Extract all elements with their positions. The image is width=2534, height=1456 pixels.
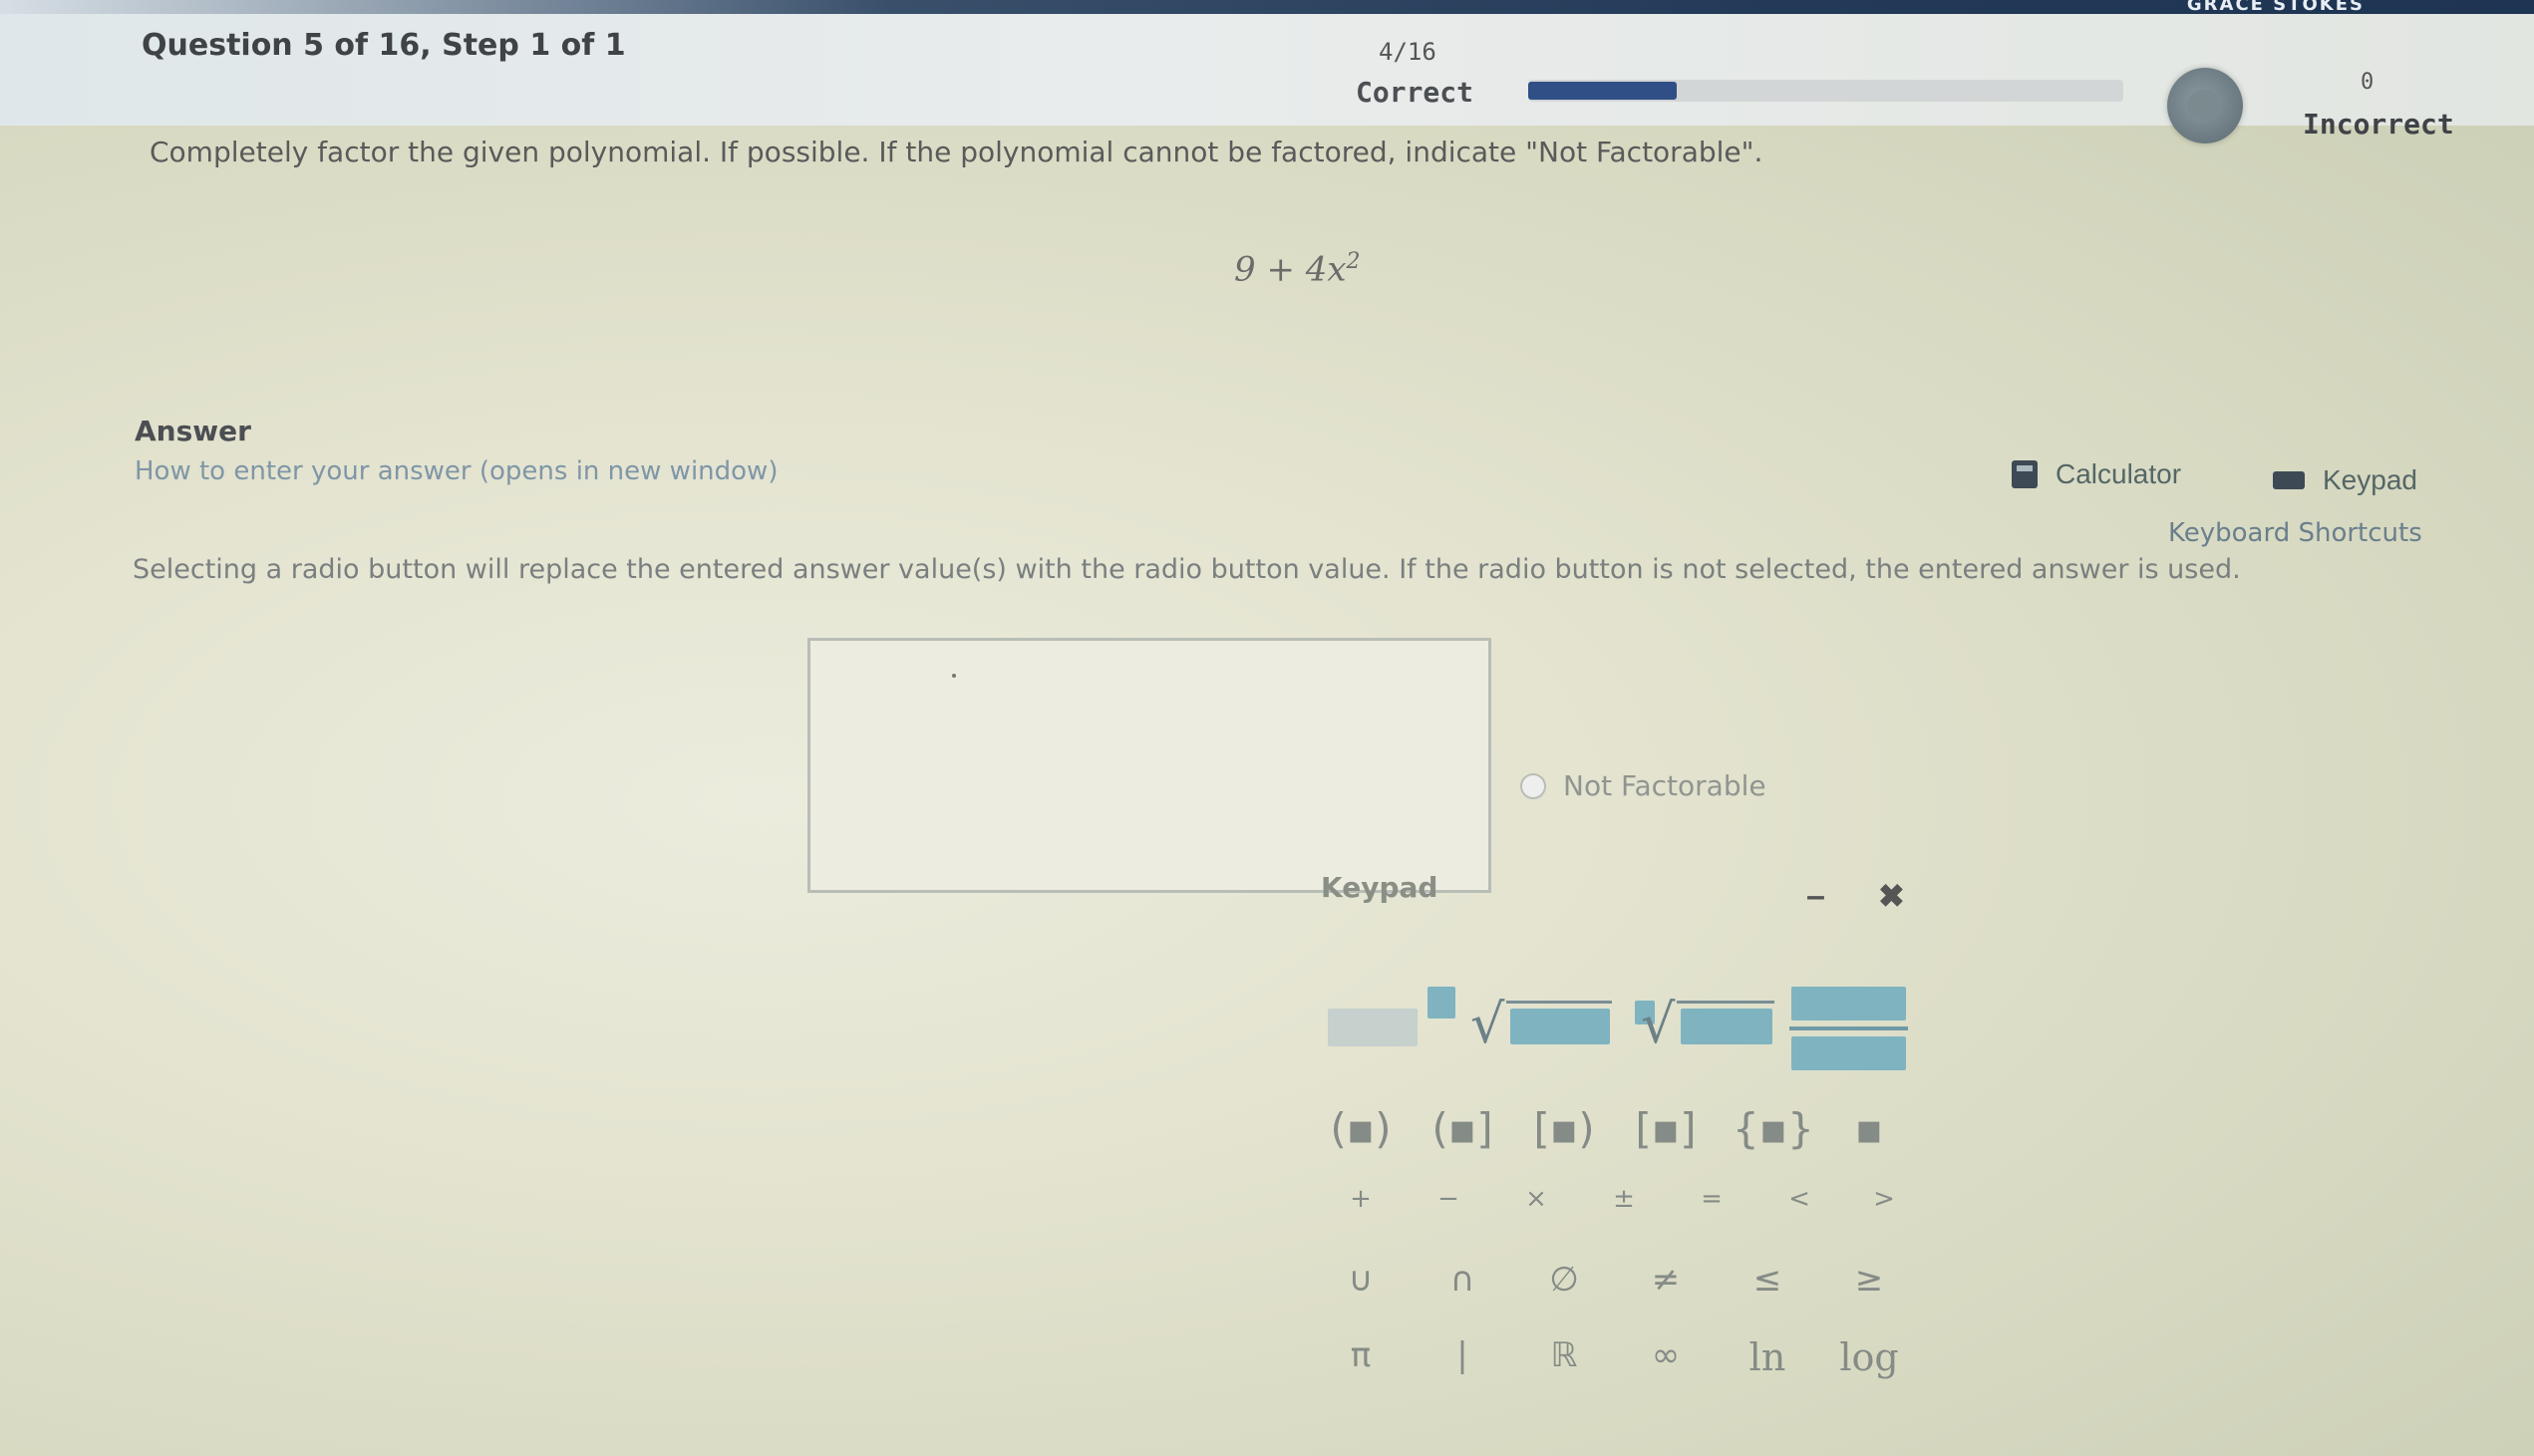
not-factorable-label[interactable]: Not Factorable [1563,769,1766,802]
keyboard-shortcuts-link[interactable]: Keyboard Shortcuts [2168,518,2422,548]
radio-note: Selecting a radio button will replace th… [133,554,2241,585]
keypad-title: Keypad [1321,871,1438,904]
radicand-slot [1510,1009,1610,1044]
keypad-button[interactable]: Keypad [2273,464,2417,496]
progress-bar [1528,80,2123,102]
key-open-interval[interactable]: (▪) [1326,1104,1396,1153]
nth-root-key[interactable]: √ [1635,987,1779,1076]
key-greater-or-equal[interactable]: ≥ [1834,1260,1904,1300]
problem-instructions: Completely factor the given polynomial. … [150,136,1763,168]
keypad-row-constants: π | ℝ ∞ ln log [1326,1335,1924,1395]
nth-root-icon: √ [1641,993,1676,1055]
keypad-label: Keypad [2323,464,2417,495]
correct-label: Correct [1356,76,1474,109]
radicand-slot [1681,1009,1772,1044]
calculator-icon [2012,460,2038,488]
keypad-row-templates: √ √ [1326,987,1914,1076]
base-slot [1328,1009,1418,1046]
expression-base: 9 + 4x [1234,249,1347,290]
square-root-icon: √ [1470,993,1505,1055]
key-pi[interactable]: π [1326,1335,1396,1375]
key-intersection[interactable]: ∩ [1427,1260,1497,1300]
answer-input[interactable] [807,638,1491,893]
key-closed-interval[interactable]: [▪] [1631,1104,1701,1153]
avatar-icon [2187,90,2223,120]
keypad-row-sets: ∪ ∩ ∅ ≠ ≤ ≥ [1326,1260,1924,1319]
question-title: Question 5 of 16, Step 1 of 1 [142,28,626,63]
close-icon[interactable]: ✖ [1878,877,1905,915]
key-not-equal[interactable]: ≠ [1631,1260,1701,1300]
key-set-braces[interactable]: {▪} [1733,1104,1814,1153]
denominator-slot [1791,1036,1906,1070]
key-placeholder[interactable]: ▪ [1834,1104,1904,1153]
exponent-slot [1427,987,1455,1019]
keyboard-icon [2273,471,2305,489]
keypad-row-brackets: (▪) (▪] [▪) [▪] {▪} ▪ [1326,1104,1924,1164]
key-empty-set[interactable]: ∅ [1529,1260,1599,1300]
square-root-key[interactable]: √ [1470,987,1625,1076]
key-half-open-right[interactable]: (▪] [1427,1104,1497,1153]
score-fraction: 4/16 [1379,38,1436,66]
key-greater-than[interactable]: > [1849,1184,1919,1214]
incorrect-label: Incorrect [2303,108,2454,141]
minimize-icon[interactable]: – [1806,877,1825,916]
incorrect-count: 0 [2361,70,2375,95]
fraction-key[interactable] [1789,987,1909,1076]
not-factorable-radio[interactable] [1520,773,1546,799]
exponent-key[interactable] [1326,987,1455,1076]
key-minus[interactable]: − [1414,1184,1483,1214]
progress-fill [1528,82,1678,100]
polynomial-expression: 9 + 4x2 [1234,249,1361,289]
avatar[interactable] [2167,68,2243,144]
keypad-row-operators: + − × ± = < > [1326,1184,1924,1244]
key-times[interactable]: × [1501,1184,1571,1214]
key-less-than[interactable]: < [1764,1184,1834,1214]
input-cursor [952,674,956,678]
key-plus[interactable]: + [1326,1184,1396,1214]
key-less-or-equal[interactable]: ≤ [1733,1260,1802,1300]
calculator-label: Calculator [2056,458,2182,489]
calculator-button[interactable]: Calculator [2012,458,2181,490]
key-real-numbers[interactable]: ℝ [1529,1335,1599,1375]
answer-heading: Answer [135,415,251,447]
key-absolute-bar[interactable]: | [1427,1335,1497,1375]
top-navigation-bar: GRACE STOKES [0,0,2534,15]
key-plus-minus[interactable]: ± [1589,1184,1659,1214]
key-equals[interactable]: = [1677,1184,1746,1214]
numerator-slot [1791,987,1906,1020]
key-union[interactable]: ∪ [1326,1260,1396,1300]
key-ln[interactable]: ln [1733,1335,1802,1379]
key-infinity[interactable]: ∞ [1631,1335,1701,1375]
how-to-enter-link[interactable]: How to enter your answer (opens in new w… [135,456,778,486]
expression-exponent: 2 [1346,249,1361,274]
key-half-open-left[interactable]: [▪) [1529,1104,1599,1153]
user-name: GRACE STOKES [2186,0,2365,15]
key-log[interactable]: log [1834,1335,1904,1379]
